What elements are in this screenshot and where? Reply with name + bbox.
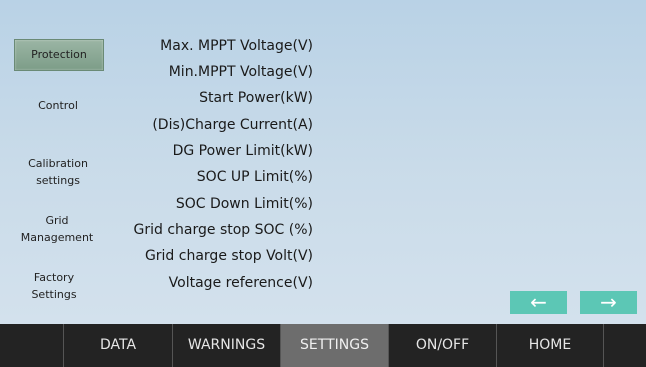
next-page-button[interactable]: → — [580, 291, 637, 314]
tab-blank-right — [604, 324, 646, 367]
param-label-grid-charge-stop-soc: Grid charge stop SOC (%) — [133, 222, 313, 238]
sidebar-item-label: Control — [38, 99, 78, 112]
param-label-soc-down-limit: SOC Down Limit(%) — [175, 196, 313, 212]
tab-settings[interactable]: SETTINGS — [281, 324, 389, 367]
tab-on-off[interactable]: ON/OFF — [389, 324, 497, 367]
sidebar-item-label: Protection — [31, 48, 87, 61]
param-label-dis-charge-current: (Dis)Charge Current(A) — [152, 117, 313, 133]
tab-warnings[interactable]: WARNINGS — [173, 324, 281, 367]
tab-data[interactable]: DATA — [64, 324, 173, 367]
previous-page-button[interactable]: ← — [510, 291, 567, 314]
param-label-grid-charge-stop-volt: Grid charge stop Volt(V) — [144, 248, 313, 264]
settings-screen: Protection Control Calibration settings … — [0, 0, 646, 367]
param-label-voltage-reference: Voltage reference(V) — [168, 275, 313, 291]
arrow-left-icon: ← — [530, 290, 547, 314]
bottom-nav-bar: DATA WARNINGS SETTINGS ON/OFF HOME — [0, 324, 646, 367]
param-label-min-mppt-voltage: Min.MPPT Voltage(V) — [168, 64, 313, 80]
tab-home[interactable]: HOME — [497, 324, 604, 367]
param-label-max-mppt-voltage: Max. MPPT Voltage(V) — [160, 38, 313, 54]
tab-blank-left — [0, 324, 64, 367]
param-label-start-power: Start Power(kW) — [199, 90, 313, 106]
param-label-dg-power-limit: DG Power Limit(kW) — [172, 143, 313, 159]
arrow-right-icon: → — [600, 290, 617, 314]
param-label-soc-up-limit: SOC UP Limit(%) — [196, 169, 313, 185]
